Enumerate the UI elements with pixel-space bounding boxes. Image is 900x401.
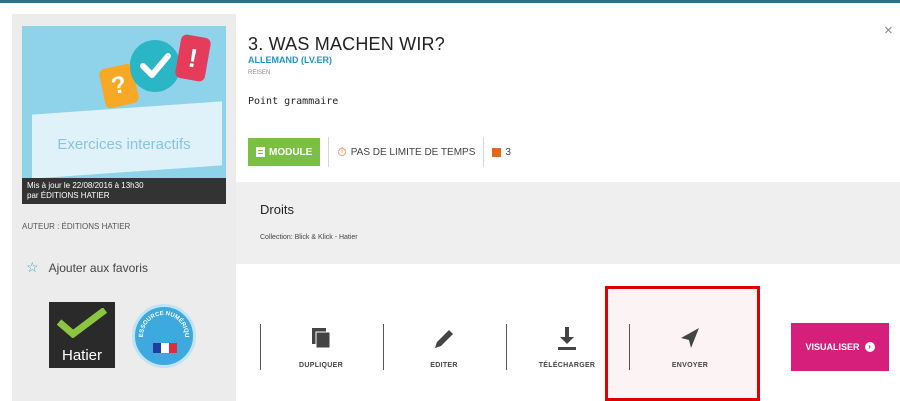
hatier-logo: Hatier [49, 302, 115, 368]
hatier-logo-text: Hatier [61, 347, 102, 364]
add-favorite-link[interactable]: ☆ Ajouter aux favoris [26, 259, 148, 276]
top-border [0, 0, 900, 3]
update-author: par ÉDITIONS HATIER [27, 191, 110, 200]
svg-text:RESSOURCE NUMÉRIQUE: RESSOURCE NUMÉRIQUE [135, 307, 189, 338]
action-divider [506, 324, 507, 370]
send-icon [681, 328, 699, 348]
badge-label: RESSOURCE NUMÉRIQUE [135, 307, 189, 338]
star-icon: ☆ [26, 259, 39, 275]
pencil-icon [435, 330, 453, 348]
duplicate-label: DUPLIQUER [299, 362, 343, 369]
module-label: MODULE [269, 146, 313, 158]
visualise-label: VISUALISER [805, 342, 860, 352]
subject-link[interactable]: ALLEMAND (LV.ER) [248, 55, 332, 65]
arrow-circle-icon: › [864, 342, 875, 352]
item-count: 3 [505, 146, 511, 158]
sidebar: ? ! Exercices interactifs Mis à jour le … [12, 14, 236, 401]
duplicate-button[interactable]: DUPLIQUER [266, 300, 376, 390]
duplicate-icon [312, 328, 331, 349]
send-button[interactable]: ENVOYER [635, 300, 745, 390]
action-divider [383, 324, 384, 370]
edit-label: EDITER [430, 362, 458, 369]
download-label: TÉLÉCHARGER [538, 362, 596, 369]
page-title: 3. WAS MACHEN WIR? [248, 34, 445, 54]
download-icon [558, 327, 576, 350]
chip-divider [483, 137, 485, 167]
item-count-chip: 3 [492, 147, 511, 158]
download-button[interactable]: TÉLÉCHARGER [512, 300, 622, 390]
resource-meta: MODULE ⏱ PAS DE LIMITE DE TEMPS 3 [248, 137, 511, 167]
update-date: Mis à jour le 22/08/2016 à 13h30 [27, 181, 144, 190]
edit-button[interactable]: EDITER [389, 300, 499, 390]
close-icon[interactable]: × [884, 22, 893, 39]
thumbnail-title: Exercices interactifs [57, 136, 191, 153]
timer-icon: ⏱ [337, 144, 347, 159]
send-label: ENVOYER [671, 362, 709, 369]
document-icon [256, 147, 265, 157]
time-limit-label: PAS DE LIMITE DE TEMPS [350, 146, 476, 158]
exclamation-bubble: ! [174, 33, 212, 83]
check-bubble-icon [130, 40, 180, 92]
action-bar: DUPLIQUER EDITER TÉLÉCHARGER ENVOYER [236, 300, 776, 390]
action-divider [629, 324, 630, 370]
theme-label: REISEN [248, 70, 271, 76]
french-flag-icon [153, 343, 177, 353]
favorite-label: Ajouter aux favoris [48, 260, 148, 275]
bag-icon [492, 147, 502, 157]
description: Point grammaire [248, 96, 339, 107]
author-label: AUTEUR : ÉDITIONS HATIER [22, 222, 131, 231]
action-divider [260, 324, 261, 370]
rights-title: Droits [260, 202, 294, 217]
module-badge[interactable]: MODULE [248, 138, 321, 166]
digital-resource-badge: RESSOURCE NUMÉRIQUE [132, 304, 196, 368]
rights-panel: Droits Collection: Blick & Klick - Hatie… [236, 182, 900, 264]
chip-divider [328, 137, 330, 167]
rights-collection: Collection: Blick & Klick - Hatier [260, 234, 358, 241]
resource-thumbnail: ? ! Exercices interactifs [22, 26, 226, 178]
update-info: Mis à jour le 22/08/2016 à 13h30 par ÉDI… [22, 178, 226, 204]
visualise-button[interactable]: VISUALISER › [791, 323, 889, 371]
time-limit-chip: ⏱ PAS DE LIMITE DE TEMPS [337, 145, 475, 160]
